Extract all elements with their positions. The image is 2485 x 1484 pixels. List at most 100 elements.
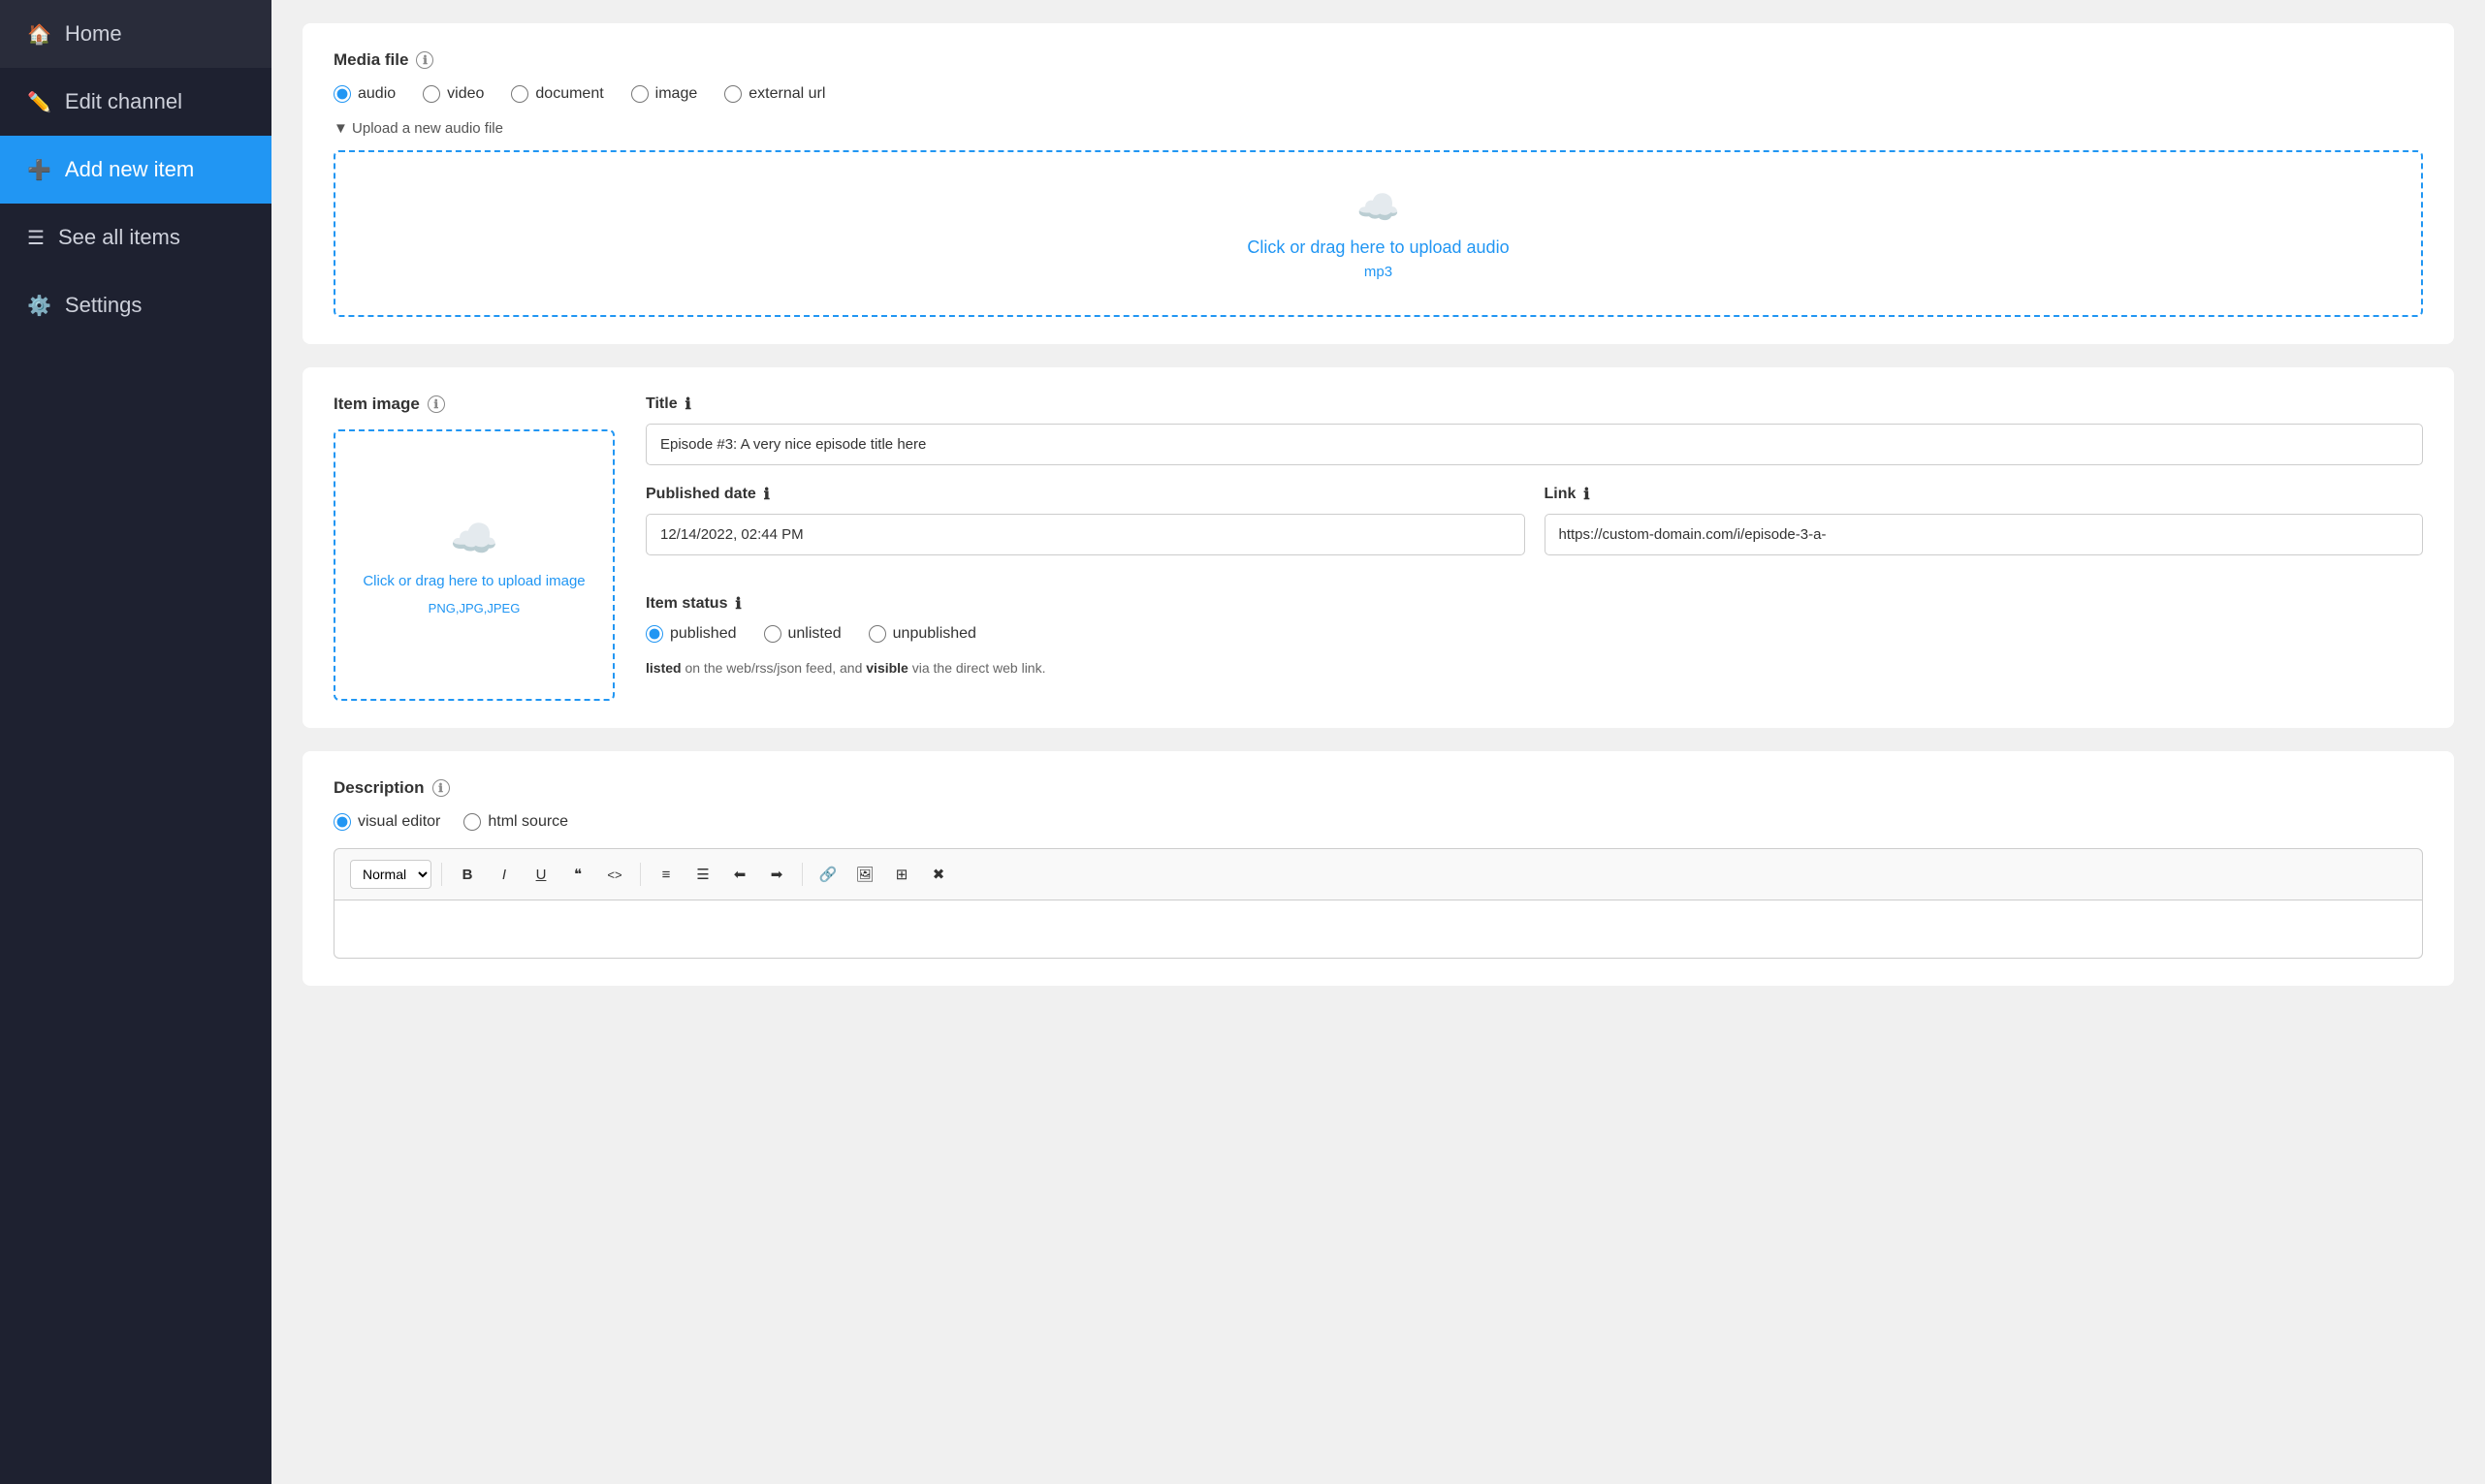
- media-file-info-icon[interactable]: ℹ: [416, 51, 433, 69]
- media-file-section-label: Media file ℹ: [334, 50, 2423, 70]
- image-upload-area[interactable]: ☁️ Click or drag here to upload image PN…: [334, 429, 615, 701]
- toolbar-bold[interactable]: B: [452, 859, 483, 890]
- link-info-icon[interactable]: ℹ: [1583, 485, 1589, 504]
- paragraph-select[interactable]: Normal: [350, 860, 431, 889]
- sidebar-item-add-new-item[interactable]: ➕ Add new item: [0, 136, 271, 204]
- toolbar-divider-3: [802, 863, 803, 886]
- link-group: Link ℹ: [1545, 485, 2424, 555]
- title-label-text: Title: [646, 395, 678, 413]
- toolbar-divider-1: [441, 863, 442, 886]
- published-date-group: Published date ℹ: [646, 485, 1525, 555]
- status-radio-unlisted[interactable]: unlisted: [764, 625, 842, 643]
- toolbar-ordered-list[interactable]: ≡: [651, 859, 682, 890]
- status-unlisted-label: unlisted: [788, 625, 842, 643]
- published-date-info-icon[interactable]: ℹ: [764, 485, 770, 504]
- link-label-text: Link: [1545, 486, 1577, 503]
- media-file-card: Media file ℹ audio video document image: [303, 23, 2454, 344]
- item-status-info-icon[interactable]: ℹ: [735, 594, 741, 614]
- published-date-label-text: Published date: [646, 486, 756, 503]
- radio-html-source[interactable]: html source: [463, 813, 568, 831]
- audio-upload-area[interactable]: ☁️ Click or drag here to upload audio mp…: [334, 150, 2423, 317]
- toolbar-link[interactable]: 🔗: [812, 859, 844, 890]
- description-section-label: Description ℹ: [334, 778, 2423, 798]
- status-radio-published[interactable]: published: [646, 625, 737, 643]
- toolbar-underline[interactable]: U: [526, 859, 557, 890]
- radio-visual-editor[interactable]: visual editor: [334, 813, 440, 831]
- upload-collapse-header[interactable]: Upload a new audio file: [334, 120, 2423, 137]
- editor-toolbar: Normal B I U ❝ <> ≡ ☰ ⬅ ➡ 🔗 🖼 ⊞ ✖: [334, 848, 2423, 900]
- item-status-label-text: Item status: [646, 595, 727, 613]
- published-date-input[interactable]: [646, 514, 1525, 555]
- toolbar-table[interactable]: ⊞: [886, 859, 917, 890]
- link-input[interactable]: [1545, 514, 2424, 555]
- toolbar-blockquote[interactable]: ❝: [562, 859, 593, 890]
- status-unpublished-label: unpublished: [893, 625, 976, 643]
- radio-external-url[interactable]: external url: [724, 85, 825, 103]
- toolbar-align-left[interactable]: ⬅: [724, 859, 755, 890]
- item-status-section: Item status ℹ published unlisted: [646, 594, 2423, 676]
- sidebar-item-edit-channel-label: Edit channel: [65, 89, 182, 114]
- editor-type-group: visual editor html source: [334, 813, 2423, 831]
- date-link-row: Published date ℹ Link ℹ: [646, 485, 2423, 575]
- radio-video-input[interactable]: [423, 85, 440, 103]
- status-radio-unpublished[interactable]: unpublished: [869, 625, 976, 643]
- title-info-icon[interactable]: ℹ: [685, 395, 691, 414]
- toolbar-code[interactable]: <>: [599, 859, 630, 890]
- title-input[interactable]: [646, 424, 2423, 465]
- status-description: listed on the web/rss/json feed, and vis…: [646, 660, 2423, 676]
- radio-document[interactable]: document: [511, 85, 603, 103]
- status-radio-published-input[interactable]: [646, 625, 663, 643]
- toolbar-align-right[interactable]: ➡: [761, 859, 792, 890]
- description-info-icon[interactable]: ℹ: [432, 779, 450, 797]
- sidebar-item-see-all-items-label: See all items: [58, 225, 180, 250]
- media-file-label-text: Media file: [334, 50, 408, 70]
- audio-upload-sub: mp3: [370, 264, 2386, 280]
- sidebar-item-home[interactable]: 🏠 Home: [0, 0, 271, 68]
- radio-video[interactable]: video: [423, 85, 484, 103]
- sidebar-item-add-new-item-label: Add new item: [65, 157, 194, 182]
- item-status-label: Item status ℹ: [646, 594, 2423, 614]
- item-image-column: Item image ℹ ☁️ Click or drag here to up…: [334, 395, 615, 701]
- toolbar-clear[interactable]: ✖: [923, 859, 954, 890]
- html-source-label: html source: [488, 813, 568, 831]
- radio-audio-label: audio: [358, 85, 396, 103]
- home-icon: 🏠: [27, 22, 51, 47]
- image-upload-icon: ☁️: [450, 516, 498, 561]
- radio-visual-editor-input[interactable]: [334, 813, 351, 831]
- toolbar-unordered-list[interactable]: ☰: [687, 859, 718, 890]
- status-published-label: published: [670, 625, 737, 643]
- audio-upload-text: Click or drag here to upload audio: [370, 237, 2386, 258]
- upload-cloud-icon: ☁️: [370, 187, 2386, 228]
- radio-html-source-input[interactable]: [463, 813, 481, 831]
- radio-document-label: document: [535, 85, 603, 103]
- radio-audio-input[interactable]: [334, 85, 351, 103]
- item-image-info-icon[interactable]: ℹ: [428, 395, 445, 413]
- published-date-label: Published date ℹ: [646, 485, 1525, 504]
- radio-image[interactable]: image: [631, 85, 698, 103]
- sidebar-item-settings[interactable]: ⚙️ Settings: [0, 271, 271, 339]
- edit-icon: ✏️: [27, 90, 51, 114]
- radio-external-url-input[interactable]: [724, 85, 742, 103]
- status-radio-unpublished-input[interactable]: [869, 625, 886, 643]
- toolbar-divider-2: [640, 863, 641, 886]
- toolbar-image[interactable]: 🖼: [849, 859, 880, 890]
- item-right-column: Title ℹ Published date ℹ: [646, 395, 2423, 701]
- image-upload-text: Click or drag here to upload image: [363, 573, 585, 589]
- radio-document-input[interactable]: [511, 85, 528, 103]
- title-label: Title ℹ: [646, 395, 2423, 414]
- radio-external-url-label: external url: [749, 85, 825, 103]
- sidebar: 🏠 Home ✏️ Edit channel ➕ Add new item ☰ …: [0, 0, 271, 1484]
- sidebar-item-see-all-items[interactable]: ☰ See all items: [0, 204, 271, 271]
- item-details-grid: Item image ℹ ☁️ Click or drag here to up…: [334, 395, 2423, 701]
- radio-video-label: video: [447, 85, 484, 103]
- media-type-radio-group: audio video document image external url: [334, 85, 2423, 103]
- radio-audio[interactable]: audio: [334, 85, 396, 103]
- list-icon: ☰: [27, 226, 45, 250]
- main-content: Media file ℹ audio video document image: [271, 0, 2485, 1484]
- radio-image-input[interactable]: [631, 85, 649, 103]
- toolbar-italic[interactable]: I: [489, 859, 520, 890]
- editor-body[interactable]: [334, 900, 2423, 959]
- upload-collapse-label: Upload a new audio file: [352, 120, 503, 137]
- status-radio-unlisted-input[interactable]: [764, 625, 781, 643]
- sidebar-item-edit-channel[interactable]: ✏️ Edit channel: [0, 68, 271, 136]
